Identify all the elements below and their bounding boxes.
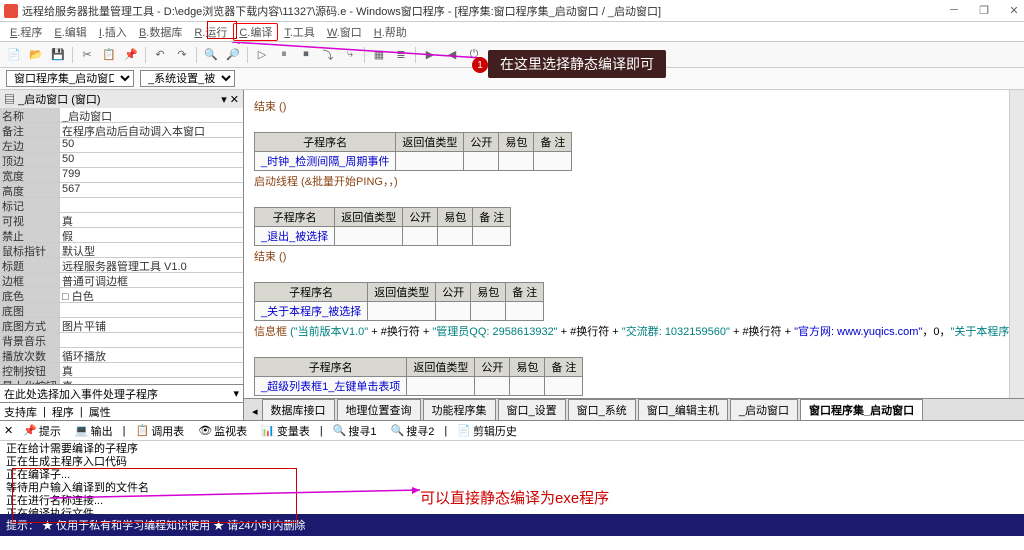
menu-帮助[interactable]: H.帮助 bbox=[368, 23, 413, 41]
redo-icon[interactable]: ↷ bbox=[172, 45, 192, 65]
pause-icon[interactable]: ⏸ bbox=[274, 45, 294, 65]
form-icon[interactable]: ▦ bbox=[369, 45, 389, 65]
property-row[interactable]: 可视真 bbox=[0, 213, 243, 228]
sub-table-3: 子程序名返回值类型公开易包备 注 _关于本程序_被选择 bbox=[254, 282, 544, 321]
property-row[interactable]: 背景音乐 bbox=[0, 333, 243, 348]
property-row[interactable]: 标题远程服务器管理工具 V1.0 bbox=[0, 258, 243, 273]
menu-数据库[interactable]: B.数据库 bbox=[133, 23, 188, 41]
editor-tab[interactable]: 窗口程序集_启动窗口 bbox=[800, 399, 923, 420]
menubar: E.程序E.编辑I.插入B.数据库R.运行C.编译T.工具W.窗口H.帮助 bbox=[0, 22, 1024, 42]
library-tabs: 支持库| 程序| 属性 bbox=[0, 402, 243, 420]
panel-title-icon: ▤ _启动窗口 (窗口) bbox=[4, 91, 101, 107]
editor-tab[interactable]: 窗口_设置 bbox=[498, 399, 566, 420]
menu-运行[interactable]: R.运行 bbox=[188, 23, 233, 41]
property-row[interactable]: 边框普通可调边框 bbox=[0, 273, 243, 288]
property-row[interactable]: 高度567 bbox=[0, 183, 243, 198]
properties-panel: ▤ _启动窗口 (窗口) ▾ ✕ 名称_启动窗口备注在程序启动后自动调入本窗口左… bbox=[0, 90, 244, 420]
property-row[interactable]: 底色□ 白色 bbox=[0, 288, 243, 303]
property-row[interactable]: 宽度799 bbox=[0, 168, 243, 183]
sub-table-4: 子程序名返回值类型公开易包备 注 _超级列表框1_左键单击表项 bbox=[254, 357, 583, 396]
statusbar: 提示： ★ 仅用于私有和学习编程知识使用 ★ 请24小时内删除 bbox=[0, 514, 1024, 536]
minimize-button[interactable]: ─ bbox=[948, 4, 960, 17]
annotation-badge-1: 1 bbox=[472, 57, 488, 73]
tab-hints[interactable]: 📌提示 bbox=[19, 422, 65, 440]
new-icon[interactable]: 📄 bbox=[4, 45, 24, 65]
property-row[interactable]: 播放次数循环播放 bbox=[0, 348, 243, 363]
property-row[interactable]: 备注在程序启动后自动调入本窗口 bbox=[0, 123, 243, 138]
editor-tab[interactable]: 数据库接口 bbox=[262, 399, 335, 420]
code-icon[interactable]: ≣ bbox=[391, 45, 411, 65]
tab-watch[interactable]: 👁监视表 bbox=[194, 422, 251, 440]
undo-icon[interactable]: ↶ bbox=[150, 45, 170, 65]
menu-工具[interactable]: T.工具 bbox=[278, 23, 321, 41]
procedure-combo[interactable]: _系统设置_被选择 bbox=[140, 70, 235, 87]
tab-clipboard[interactable]: 📄剪辑历史 bbox=[453, 422, 521, 440]
sub-table-2: 子程序名返回值类型公开易包备 注 _退出_被选择 bbox=[254, 207, 511, 246]
property-row[interactable]: 标记 bbox=[0, 198, 243, 213]
property-row[interactable]: 底图 bbox=[0, 303, 243, 318]
property-row[interactable]: 鼠标指针默认型 bbox=[0, 243, 243, 258]
editor-tabs: ◂数据库接口地理位置查询功能程序集窗口_设置窗口_系统窗口_编辑主机_启动窗口窗… bbox=[244, 398, 1024, 420]
bookmarknext-icon[interactable]: ◀ bbox=[442, 45, 462, 65]
tab-output[interactable]: 💻输出 bbox=[71, 422, 117, 440]
stop-icon[interactable]: ⏹ bbox=[296, 45, 316, 65]
find-icon[interactable]: 🔍 bbox=[201, 45, 221, 65]
bookmark-icon[interactable]: ▶ bbox=[420, 45, 440, 65]
property-row[interactable]: 控制按钮真 bbox=[0, 363, 243, 378]
module-combo[interactable]: 窗口程序集_启动窗口 bbox=[6, 70, 134, 87]
editor-scrollbar[interactable] bbox=[1009, 90, 1024, 398]
findnext-icon[interactable]: 🔎 bbox=[223, 45, 243, 65]
window-title: 远程给服务器批量管理工具 - D:\edge浏览器下载内容\11327\源码.e… bbox=[22, 3, 661, 19]
panel-menu-icon[interactable]: ▾ ✕ bbox=[221, 93, 239, 106]
property-row[interactable]: 左边50 bbox=[0, 138, 243, 153]
tab-vars[interactable]: 📊变量表 bbox=[257, 422, 314, 440]
editor-tab[interactable]: 窗口_编辑主机 bbox=[638, 399, 728, 420]
property-row[interactable]: 顶边50 bbox=[0, 153, 243, 168]
property-grid[interactable]: 名称_启动窗口备注在程序启动后自动调入本窗口左边50顶边50宽度799高度567… bbox=[0, 108, 243, 384]
tab-support[interactable]: 支持库 bbox=[4, 404, 37, 420]
panel-close-icon[interactable]: ✕ bbox=[4, 424, 13, 437]
tab-calltable[interactable]: 📋调用表 bbox=[131, 422, 188, 440]
step-icon[interactable]: ⤵ bbox=[318, 45, 338, 65]
property-row[interactable]: 名称_启动窗口 bbox=[0, 108, 243, 123]
editor-tab[interactable]: _启动窗口 bbox=[730, 399, 798, 420]
paste-icon[interactable]: 📌 bbox=[121, 45, 141, 65]
window-titlebar: 远程给服务器批量管理工具 - D:\edge浏览器下载内容\11327\源码.e… bbox=[0, 0, 1024, 22]
menu-编辑[interactable]: E.编辑 bbox=[48, 23, 92, 41]
editor-tab[interactable]: 窗口_系统 bbox=[568, 399, 636, 420]
property-row[interactable]: 底图方式图片平铺 bbox=[0, 318, 243, 333]
code-editor[interactable]: 结束 () 子程序名返回值类型公开易包备 注 _时钟_检测间隔_周期事件 启动线… bbox=[244, 90, 1024, 398]
cut-icon[interactable]: ✂ bbox=[77, 45, 97, 65]
menu-编译[interactable]: C.编译 bbox=[233, 23, 278, 41]
menu-程序[interactable]: E.程序 bbox=[4, 23, 48, 41]
maximize-button[interactable]: ❐ bbox=[978, 4, 990, 17]
event-selector[interactable]: 在此处选择加入事件处理子程序▾ bbox=[0, 384, 243, 402]
open-icon[interactable]: 📂 bbox=[26, 45, 46, 65]
run-icon[interactable]: ▷ bbox=[252, 45, 272, 65]
app-icon bbox=[4, 4, 18, 18]
copy-icon[interactable]: 📋 bbox=[99, 45, 119, 65]
tab-program[interactable]: 程序 bbox=[52, 404, 74, 420]
annotation-tooltip-1: 在这里选择静态编译即可 bbox=[488, 50, 666, 78]
menu-插入[interactable]: I.插入 bbox=[93, 23, 133, 41]
tab-search1[interactable]: 🔍搜寻1 bbox=[329, 422, 381, 440]
close-button[interactable]: ✕ bbox=[1008, 4, 1020, 17]
stepover-icon[interactable]: ⤷ bbox=[340, 45, 360, 65]
editor-tab[interactable]: 地理位置查询 bbox=[337, 399, 421, 420]
sub-table-1: 子程序名返回值类型公开易包备 注 _时钟_检测间隔_周期事件 bbox=[254, 132, 572, 171]
tab-properties[interactable]: 属性 bbox=[89, 404, 111, 420]
save-icon[interactable]: 💾 bbox=[48, 45, 68, 65]
tab-search2[interactable]: 🔍搜寻2 bbox=[387, 422, 439, 440]
status-text: 提示： ★ 仅用于私有和学习编程知识使用 ★ 请24小时内删除 bbox=[6, 517, 305, 533]
property-row[interactable]: 禁止假 bbox=[0, 228, 243, 243]
editor-tab[interactable]: 功能程序集 bbox=[423, 399, 496, 420]
annotation-text-2: 可以直接静态编译为exe程序 bbox=[420, 487, 609, 508]
menu-窗口[interactable]: W.窗口 bbox=[321, 23, 368, 41]
